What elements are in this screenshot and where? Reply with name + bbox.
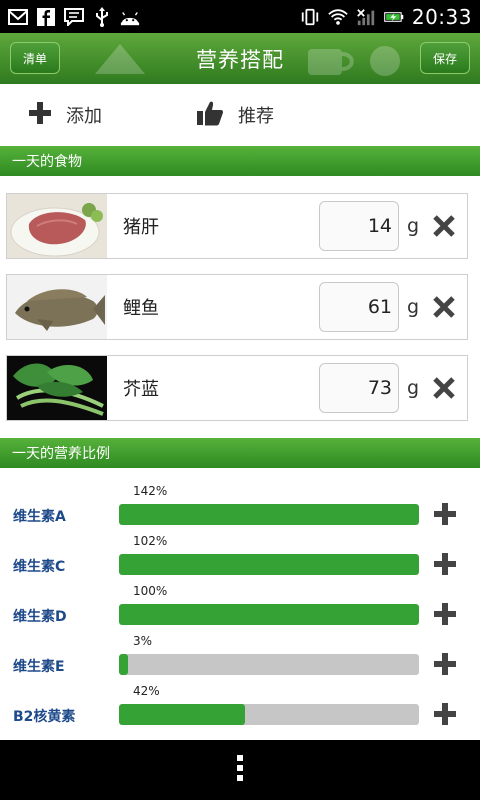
- nutrient-percent: 142%: [133, 484, 168, 498]
- overflow-menu-icon[interactable]: [235, 754, 245, 786]
- fruit-decoration-icon: [370, 46, 400, 76]
- nutrient-row: 142% 维生素A: [0, 480, 480, 530]
- foods-section-header: 一天的食物: [0, 146, 480, 176]
- nutrient-percent: 42%: [133, 684, 160, 698]
- thumbs-up-icon: [196, 100, 224, 131]
- nutrient-progress-fill: [119, 504, 419, 525]
- add-button[interactable]: 添加: [28, 101, 102, 130]
- add-nutrient-icon[interactable]: [433, 652, 457, 676]
- action-bar: 添加 推荐: [0, 84, 480, 146]
- nutrient-row: 100% 维生素D: [0, 580, 480, 630]
- wifi-icon: [328, 7, 348, 27]
- nutrient-progress-bar: [119, 504, 419, 525]
- food-row[interactable]: 猪肝 14 g: [6, 193, 468, 259]
- nutrient-progress-bar: [119, 604, 419, 625]
- gmail-icon: [8, 7, 28, 27]
- quantity-input[interactable]: 73: [319, 363, 399, 413]
- page-title: 营养搭配: [196, 47, 284, 72]
- add-nutrient-icon[interactable]: [433, 702, 457, 726]
- nutrient-row: 102% 维生素C: [0, 530, 480, 580]
- clock: 20:33: [411, 4, 472, 29]
- notification-icons: [8, 6, 140, 27]
- plus-icon: [28, 101, 52, 130]
- nutrient-percent: 102%: [133, 534, 168, 548]
- add-nutrient-icon[interactable]: [433, 602, 457, 626]
- add-nutrient-icon[interactable]: [433, 502, 457, 526]
- delete-icon[interactable]: [427, 371, 461, 405]
- vibrate-icon: [300, 7, 320, 27]
- cake-decoration-icon: [95, 44, 145, 74]
- usb-icon: [92, 6, 112, 27]
- status-bar: 20:33: [0, 0, 480, 33]
- nutrient-row: 42% B2核黄素: [0, 680, 480, 730]
- recommend-label: 推荐: [238, 106, 274, 127]
- nutrient-name: 维生素C: [13, 559, 66, 575]
- nutrient-progress-fill: [119, 554, 419, 575]
- nutrient-progress-bar: [119, 554, 419, 575]
- unit-label: g: [406, 377, 420, 399]
- food-name: 猪肝: [123, 217, 159, 238]
- unit-label: g: [406, 215, 420, 237]
- nutrient-name: B2核黄素: [13, 709, 76, 725]
- battery-charging-icon: [384, 7, 404, 27]
- chinese-broccoli-image: [7, 356, 107, 420]
- nutrient-progress-bar: [119, 654, 419, 675]
- add-nutrient-icon[interactable]: [433, 552, 457, 576]
- quantity-input[interactable]: 61: [319, 282, 399, 332]
- food-row[interactable]: 芥蓝 73 g: [6, 355, 468, 421]
- message-icon: [64, 7, 84, 27]
- nutrient-row: 3% 维生素E: [0, 630, 480, 680]
- delete-icon[interactable]: [427, 290, 461, 324]
- unit-label: g: [406, 296, 420, 318]
- list-button[interactable]: 清单: [10, 42, 60, 74]
- facebook-icon: [36, 7, 56, 27]
- delete-icon[interactable]: [427, 209, 461, 243]
- navigation-bar: [0, 740, 480, 800]
- android-icon: [120, 7, 140, 27]
- add-label: 添加: [66, 106, 102, 127]
- pork-liver-image: [7, 194, 107, 258]
- quantity-input[interactable]: 14: [319, 201, 399, 251]
- food-name: 鲤鱼: [123, 298, 159, 319]
- nutrient-progress-fill: [119, 704, 245, 725]
- food-row[interactable]: 鲤鱼 61 g: [6, 274, 468, 340]
- signal-icon: [356, 7, 376, 27]
- nutrient-progress-fill: [119, 604, 419, 625]
- nutrient-name: 维生素A: [13, 509, 66, 525]
- food-name: 芥蓝: [123, 379, 159, 400]
- nutrient-name: 维生素D: [13, 609, 67, 625]
- save-button[interactable]: 保存: [420, 42, 470, 74]
- nutrient-progress-bar: [119, 704, 419, 725]
- nutrient-name: 维生素E: [13, 659, 65, 675]
- carp-image: [7, 275, 107, 339]
- nutrition-section-header: 一天的营养比例: [0, 438, 480, 468]
- nutrient-percent: 100%: [133, 584, 168, 598]
- title-bar: 清单 营养搭配 保存: [0, 33, 480, 84]
- recommend-button[interactable]: 推荐: [196, 100, 274, 131]
- nutrient-progress-fill: [119, 654, 128, 675]
- nutrient-percent: 3%: [133, 634, 153, 648]
- system-icons: 20:33: [300, 5, 472, 29]
- cup-decoration-icon: [308, 49, 354, 75]
